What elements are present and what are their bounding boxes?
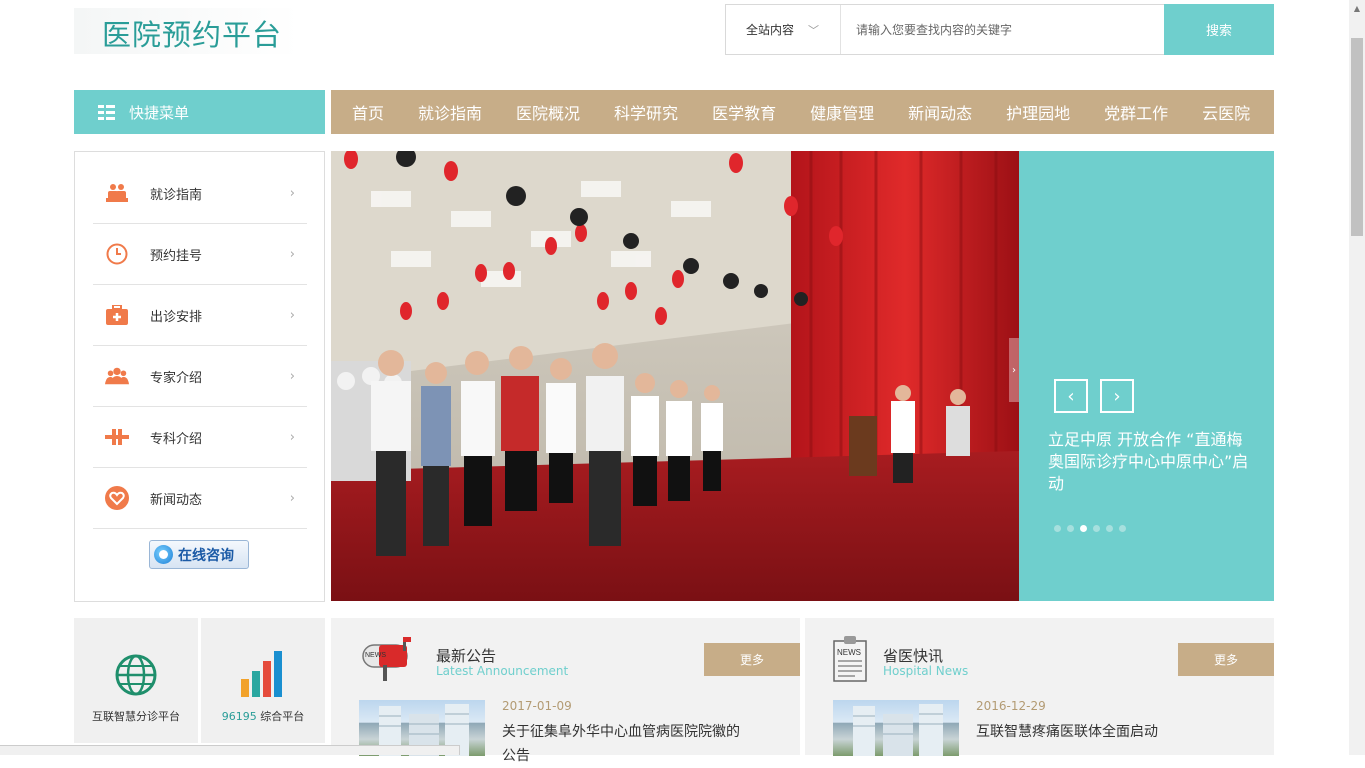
sidebar-item-schedule[interactable]: 出诊安排 ›: [93, 285, 307, 346]
hospital-news-date: 2016-12-29: [976, 699, 1046, 713]
announcement-date: 2017-01-09: [502, 699, 572, 713]
prev-slide-button[interactable]: ‹: [1054, 379, 1088, 413]
hospital-news-headline[interactable]: 互联智慧疼痛医联体全面启动: [976, 720, 1236, 744]
mailbox-icon: NEWS: [362, 637, 411, 681]
online-consult-button[interactable]: 在线咨询: [149, 540, 249, 569]
nav-item-research[interactable]: 科学研究: [614, 90, 678, 134]
chat-icon: [154, 545, 173, 564]
next-slide-button[interactable]: ›: [1100, 379, 1134, 413]
clock-icon: [105, 242, 129, 266]
nav-item-home[interactable]: 首页: [352, 90, 384, 134]
hotline-number: 96195: [221, 710, 257, 723]
online-consult-label: 在线咨询: [178, 547, 234, 564]
announcements-subtitle: Latest Announcement: [436, 664, 569, 678]
svg-text:NEWS: NEWS: [365, 652, 386, 659]
chevron-down-icon: ﹀: [808, 23, 820, 37]
comprehensive-platform-label: 96195 综合平台: [201, 708, 325, 724]
sidebar-item-guide[interactable]: 就诊指南 ›: [93, 163, 307, 224]
slide-dot[interactable]: [1119, 525, 1126, 532]
chevron-right-icon: ›: [289, 368, 295, 384]
nav-item-overview[interactable]: 医院概况: [516, 90, 580, 134]
comprehensive-platform-tile[interactable]: 96195 综合平台: [201, 618, 325, 743]
chevron-right-icon: ›: [289, 490, 295, 506]
triage-platform-label: 互联智慧分诊平台: [92, 710, 180, 723]
platform-name: 综合平台: [260, 710, 305, 723]
sidebar-item-label: 出诊安排: [150, 309, 203, 325]
slide-dot[interactable]: [1067, 525, 1074, 532]
cross-icon: [105, 425, 129, 449]
sidebar-item-label: 专科介绍: [150, 431, 203, 447]
banner-caption[interactable]: 立足中原 开放合作 “直通梅奥国际诊疗中心中原中心”启动: [1048, 429, 1253, 495]
scrollbar-thumb[interactable]: [1351, 38, 1363, 236]
newspaper-icon: NEWS: [833, 636, 867, 682]
slide-dot[interactable]: [1093, 525, 1100, 532]
main-nav: 首页 就诊指南 医院概况 科学研究 医学教育 健康管理 新闻动态 护理园地 党群…: [331, 90, 1274, 134]
slide-dots: [1054, 525, 1132, 532]
announcements-panel: NEWS 最新公告 Latest Announcement 更多 2017-01…: [331, 618, 800, 764]
announcements-title: 最新公告: [436, 647, 497, 665]
search-input[interactable]: [842, 5, 1164, 54]
bar-chart-icon: [241, 651, 282, 697]
slide-dot-active[interactable]: [1080, 525, 1087, 532]
sidebar-item-label: 新闻动态: [150, 492, 203, 508]
slide-dot[interactable]: [1106, 525, 1113, 532]
quick-menu-header: 快捷菜单: [74, 90, 325, 134]
nav-item-education[interactable]: 医学教育: [712, 90, 776, 134]
announcement-headline[interactable]: 关于征集阜外华中心血管病医院院徽的公告: [502, 720, 742, 768]
nav-item-nursing[interactable]: 护理园地: [1006, 90, 1070, 134]
globe-icon: [115, 654, 157, 696]
hospital-news-title: 省医快讯: [883, 647, 944, 665]
sidebar-item-label: 就诊指南: [150, 187, 203, 203]
medical-kit-icon: [105, 303, 129, 327]
quick-menu-label: 快捷菜单: [129, 103, 190, 122]
triage-platform-tile[interactable]: 互联智慧分诊平台: [74, 618, 198, 743]
search-scope-label: 全站内容: [746, 23, 795, 37]
sidebar-item-experts[interactable]: 专家介绍 ›: [93, 346, 307, 407]
nav-item-cloud[interactable]: 云医院: [1202, 90, 1250, 134]
nav-item-news[interactable]: 新闻动态: [908, 90, 972, 134]
chevron-right-icon: ›: [289, 307, 295, 323]
sidebar-item-appointment[interactable]: 预约挂号 ›: [93, 224, 307, 285]
nav-item-guide[interactable]: 就诊指南: [418, 90, 482, 134]
chevron-right-icon: ›: [289, 429, 295, 445]
slide-dot[interactable]: [1054, 525, 1061, 532]
list-icon: [98, 104, 115, 120]
scroll-up-arrow-icon[interactable]: ▲: [1349, 0, 1365, 16]
sidebar-item-specialties[interactable]: 专科介绍 ›: [93, 407, 307, 468]
nav-item-health[interactable]: 健康管理: [810, 90, 874, 134]
heart-icon: [105, 486, 129, 510]
hospital-news-panel: NEWS 省医快讯 Hospital News 更多 2016-12-29 互联…: [805, 618, 1274, 756]
sidebar-item-label: 专家介绍: [150, 370, 203, 386]
search-button[interactable]: 搜索: [1164, 4, 1274, 55]
chevron-right-icon: ›: [289, 246, 295, 262]
banner-scroll-handle[interactable]: ›: [1009, 338, 1019, 402]
sidebar-item-label: 预约挂号: [150, 248, 203, 264]
banner-caption-panel: ‹ › 立足中原 开放合作 “直通梅奥国际诊疗中心中原中心”启动: [1019, 151, 1274, 601]
hospital-news-subtitle: Hospital News: [883, 664, 969, 678]
search-scope-select[interactable]: 全站内容 ﹀: [726, 5, 841, 54]
doctors-icon: [105, 181, 129, 205]
hospital-news-thumbnail[interactable]: [833, 700, 959, 756]
nav-item-party[interactable]: 党群工作: [1104, 90, 1168, 134]
banner-image[interactable]: [331, 151, 1019, 601]
logo-text[interactable]: 医院预约平台: [102, 12, 282, 54]
chevron-right-icon: ›: [289, 185, 295, 201]
hospital-news-more-button[interactable]: 更多: [1178, 643, 1274, 676]
svg-text:NEWS: NEWS: [837, 648, 861, 657]
group-icon: [105, 364, 129, 388]
announcements-more-button[interactable]: 更多: [704, 643, 800, 676]
sidebar-item-news[interactable]: 新闻动态 ›: [93, 468, 307, 529]
browser-status-bar: [0, 745, 460, 755]
